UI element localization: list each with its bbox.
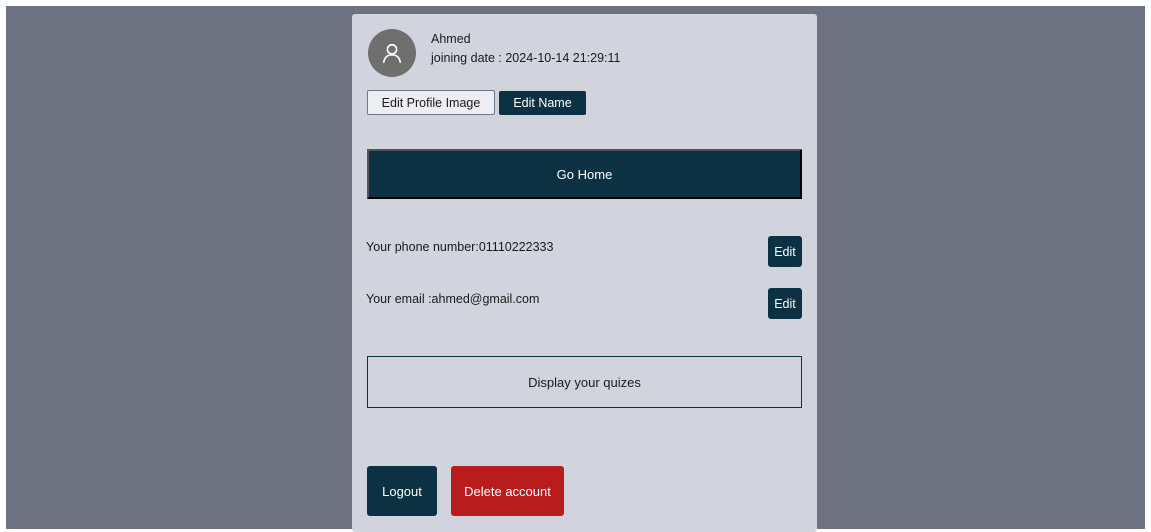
joining-date: joining date : 2024-10-14 21:29:11 [431, 51, 621, 65]
edit-profile-image-button[interactable]: Edit Profile Image [367, 90, 495, 115]
user-icon [382, 43, 402, 63]
edit-phone-button[interactable]: Edit [768, 236, 802, 267]
logout-button[interactable]: Logout [367, 466, 437, 516]
page-background: Ahmed joining date : 2024-10-14 21:29:11… [6, 6, 1145, 532]
edit-email-button[interactable]: Edit [768, 288, 802, 319]
phone-number-text: Your phone number:01110222333 [366, 240, 554, 254]
profile-card: Ahmed joining date : 2024-10-14 21:29:11… [352, 14, 817, 532]
display-quizes-button[interactable]: Display your quizes [367, 356, 802, 408]
profile-name: Ahmed [431, 32, 471, 46]
delete-account-button[interactable]: Delete account [451, 466, 564, 516]
email-text: Your email :ahmed@gmail.com [366, 292, 540, 306]
edit-name-button[interactable]: Edit Name [499, 91, 586, 115]
go-home-button[interactable]: Go Home [367, 149, 802, 199]
avatar [368, 29, 416, 77]
